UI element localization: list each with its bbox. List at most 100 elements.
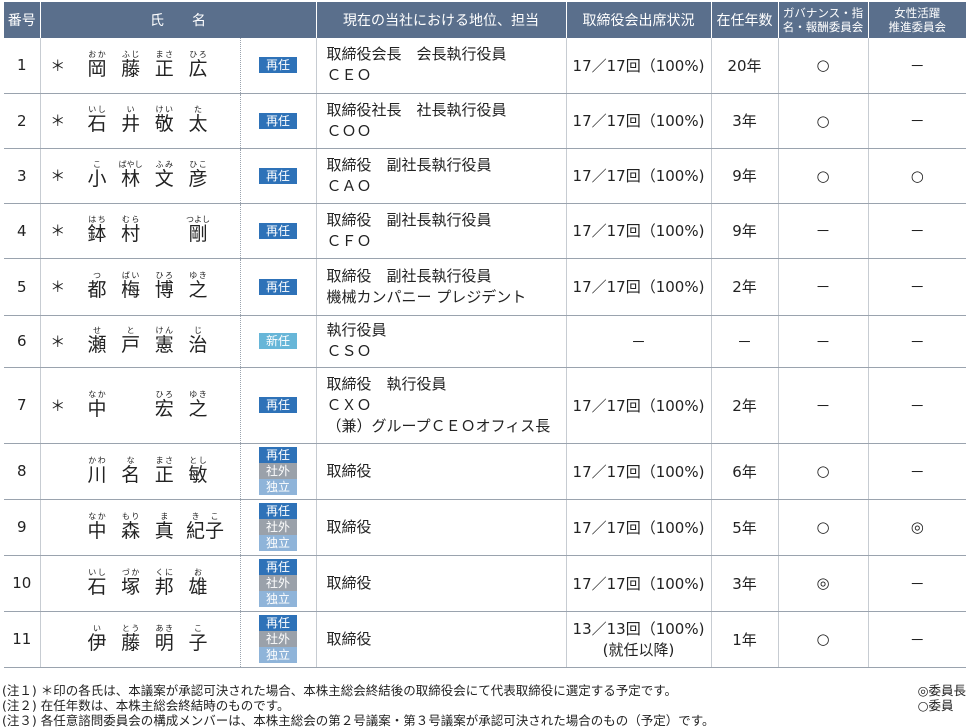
governance-committee-status: ○ [778, 499, 869, 556]
position-line: ＣＦＯ [326, 231, 372, 250]
women-committee-status: － [868, 367, 966, 444]
name-char-kanji: 石 [87, 575, 107, 598]
position-line: 機械カンパニー プレジデント [326, 287, 527, 306]
tenure-years: 1年 [711, 611, 779, 668]
women-committee-status: － [868, 611, 966, 668]
name-char-furigana: な [121, 455, 141, 465]
name-char: 藤とう [119, 624, 143, 655]
candidate-name: 岡おか 藤ふじ 正まさ 広ひろ [75, 38, 241, 94]
governance-committee-status: ○ [778, 611, 869, 668]
position-line: 取締役 [326, 461, 372, 480]
name-char-furigana: い [87, 623, 107, 633]
name-char: 雄お [186, 568, 210, 599]
candidate-name: 石いし 塚づか 邦くに 雄お [75, 555, 241, 612]
name-char-furigana: もり [121, 511, 141, 521]
name-char-kanji: 藤 [121, 57, 141, 80]
candidate-badges: 再任 社外 独立 [240, 555, 317, 612]
representative-mark [40, 611, 75, 668]
header-women-line2: 推進委員会 [888, 20, 947, 34]
position-line: ＣＡＯ [326, 176, 372, 195]
position-line: ＣＯＯ [326, 121, 372, 140]
name-char: 邦くに [152, 568, 176, 599]
name-char-kanji: 石 [87, 113, 107, 135]
table-row: 4 ＊鉢はち 村むら 剛つよし 再任 取締役 副社長執行役員 ＣＦＯ 17／17回（100%)… [4, 203, 966, 259]
name-characters: 小こ 林ばやし 文ふみ 彦ひこ [85, 160, 210, 191]
row-number: 8 [4, 443, 41, 500]
name-characters: 都つ 梅ばい 博ひろ 之ゆき [85, 271, 210, 302]
name-char-furigana: ゆき [188, 389, 208, 399]
name-char-kanji: 瀬 [87, 333, 107, 356]
governance-committee-status: － [778, 367, 869, 444]
badge-reappointment: 再任 [259, 278, 297, 295]
name-char: 太た [186, 105, 210, 136]
representative-mark: ＊ [40, 315, 75, 368]
badge-independent: 独立 [259, 647, 297, 663]
name-char: 博ひろ [152, 271, 176, 302]
candidate-name: 中なか 森もり 真ま 紀子きこ [75, 499, 241, 556]
name-char-furigana: いし [87, 105, 107, 114]
row-number: 10 [4, 555, 41, 612]
name-char-kanji: 彦 [188, 168, 208, 190]
name-characters: 中なか 森もり 真ま 紀子きこ [85, 511, 224, 543]
name-char-furigana: せ [87, 325, 107, 335]
candidate-name: 鉢はち 村むら 剛つよし [75, 203, 241, 259]
name-char-furigana: とう [121, 623, 141, 633]
representative-mark: ＊ [40, 38, 75, 94]
position-line: 執行役員 [326, 321, 387, 339]
name-char: 剛つよし [186, 215, 210, 246]
name-char-kanji: 剛 [185, 223, 210, 245]
name-char-furigana: けい [154, 105, 174, 114]
badge-outside: 社外 [259, 463, 297, 479]
footnote-2: (注２) 在任年数は、本株主総会終結時のものです。 [2, 698, 290, 713]
legend-member: ○委員 [917, 698, 954, 713]
name-char: 戸と [119, 326, 143, 357]
name-char-furigana: はち [87, 215, 107, 224]
name-char-kanji: 之 [188, 279, 208, 301]
header-attendance: 取締役会出席状況 [566, 2, 712, 38]
attendance-line: － [630, 332, 646, 351]
name-char: 中なか [85, 390, 109, 421]
table-header-row: 番号 氏 名 現在の当社における地位、担当 取締役会出席状況 在任年数 ガバナン… [4, 2, 966, 38]
attendance-status: 17／17回（100%) [566, 203, 712, 259]
name-char-furigana: ひろ [154, 389, 174, 399]
women-committee-status: － [868, 203, 966, 259]
name-char: 彦ひこ [186, 160, 210, 191]
header-women-line1: 女性活躍 [894, 6, 941, 20]
tenure-years: 2年 [711, 367, 779, 444]
name-characters: 伊い 藤とう 明あき 子こ [85, 624, 210, 655]
name-char-kanji: 名 [121, 463, 141, 486]
name-char-kanji: 之 [188, 397, 208, 420]
name-char: 之ゆき [186, 271, 210, 302]
name-char-furigana: ゆき [188, 271, 208, 280]
candidate-badges: 再任 社外 独立 [240, 499, 317, 556]
representative-mark: ＊ [40, 203, 75, 259]
table-row: 3 ＊小こ 林ばやし 文ふみ 彦ひこ 再任 取締役 副社長執行役員 ＣＡＯ 17／17回（100… [4, 148, 966, 204]
position-line: 取締役 執行役員 [326, 374, 447, 393]
tenure-years: 3年 [711, 555, 779, 612]
badge-reappointment: 再任 [259, 503, 297, 519]
name-char: 小こ [85, 160, 109, 191]
attendance-line: 17／17回（100%) [572, 574, 705, 593]
women-committee-status: － [868, 258, 966, 316]
header-tenure: 在任年数 [711, 2, 779, 38]
name-char-kanji: 博 [154, 279, 174, 301]
position-responsibility: 取締役 [316, 499, 567, 556]
attendance-line: (就任以降) [602, 641, 675, 659]
name-char: 都つ [85, 271, 109, 302]
name-char-kanji: 都 [87, 279, 107, 301]
candidate-badges: 再任 [240, 148, 317, 204]
name-char-kanji: 明 [154, 631, 174, 654]
name-char: 村むら [119, 215, 143, 246]
position-responsibility: 取締役 執行役員 ＣＸＯ （兼）グループＣＥＯオフィス長 [316, 367, 567, 444]
name-char: 真ま [152, 512, 176, 543]
position-responsibility: 執行役員 ＣＳＯ [316, 315, 567, 368]
name-char-kanji: 岡 [87, 57, 107, 80]
women-committee-status: － [868, 443, 966, 500]
name-char-furigana: くに [154, 567, 174, 577]
position-responsibility: 取締役 [316, 555, 567, 612]
governance-committee-status: ○ [778, 443, 869, 500]
name-char-kanji: 塚 [121, 575, 141, 598]
name-characters: 石いし 井い 敬けい 太た [85, 105, 210, 136]
row-number: 9 [4, 499, 41, 556]
badge-reappointment: 再任 [259, 222, 297, 239]
